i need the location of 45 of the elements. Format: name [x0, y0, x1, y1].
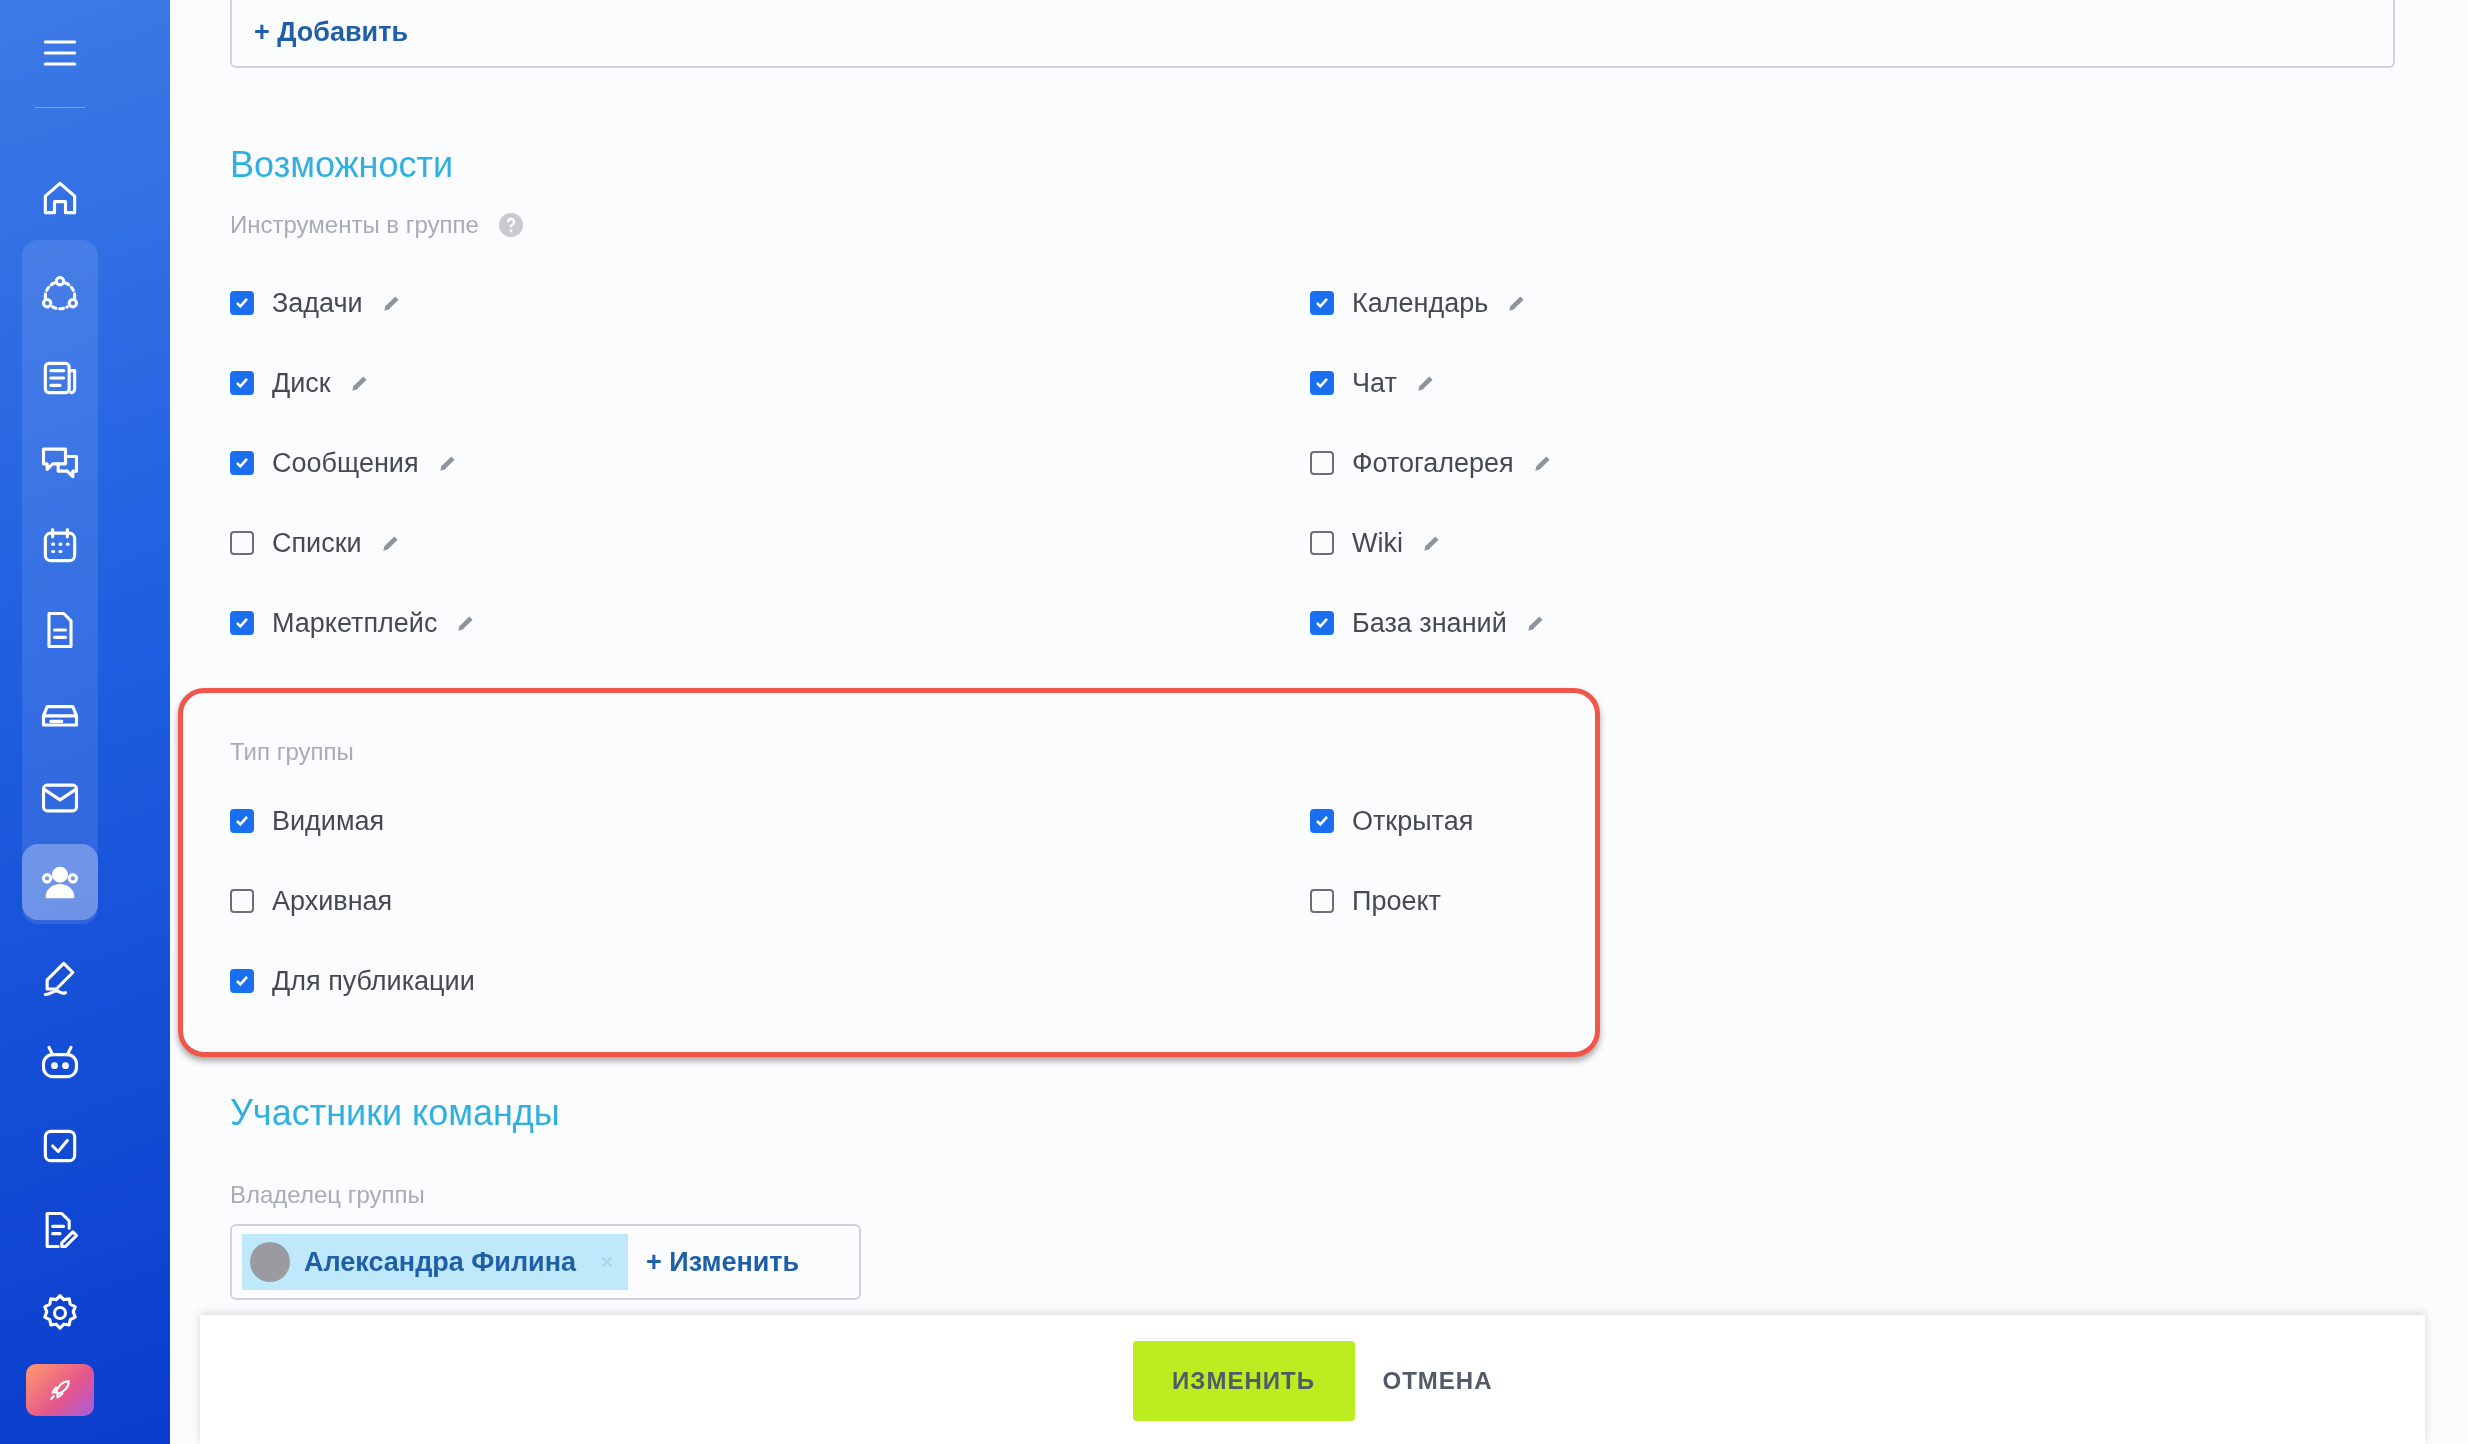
checkbox-label[interactable]: Wiki	[1352, 527, 1403, 559]
field-label: Инструменты в группе	[230, 211, 479, 239]
checkbox[interactable]	[230, 611, 254, 635]
owner-field[interactable]: Александра Филина + Изменить	[230, 1224, 861, 1300]
checkbox[interactable]	[1310, 451, 1334, 475]
field-label: Тип группы	[230, 738, 355, 766]
user-chip[interactable]: Александра Филина	[242, 1234, 628, 1290]
user-name: Александра Филина	[304, 1246, 576, 1278]
checkbox-label[interactable]: Календарь	[1352, 287, 1489, 319]
checkbox[interactable]	[1310, 371, 1334, 395]
avatar	[250, 1242, 290, 1282]
section-title: Возможности	[230, 145, 455, 185]
checkbox[interactable]	[230, 531, 254, 555]
checkbox-label[interactable]: Открытая	[1352, 805, 1474, 837]
checkbox-label[interactable]: Проект	[1352, 885, 1441, 917]
change-link[interactable]: + Изменить	[646, 1246, 800, 1278]
checkbox-label[interactable]: Чат	[1352, 367, 1397, 399]
checkbox[interactable]	[230, 291, 254, 315]
section-title: Участники команды	[230, 1093, 561, 1133]
checkbox[interactable]	[230, 451, 254, 475]
checkbox-label[interactable]: Для публикации	[272, 965, 475, 997]
checkbox[interactable]	[1310, 611, 1334, 635]
active-nav-item[interactable]	[22, 844, 98, 921]
checkbox-label[interactable]: Фотогалерея	[1352, 447, 1514, 479]
checkbox-label[interactable]: База знаний	[1352, 607, 1507, 639]
rocket-button[interactable]	[26, 1363, 94, 1416]
checkbox[interactable]	[230, 809, 254, 833]
cancel-button[interactable]: ОТМЕНА	[1382, 1341, 1493, 1421]
checkbox-label[interactable]: Задачи	[272, 287, 363, 319]
checkbox-label[interactable]: Диск	[272, 367, 331, 399]
checkbox-label[interactable]: Маркетплейс	[272, 607, 438, 639]
checkbox[interactable]	[1310, 809, 1334, 833]
checkbox[interactable]	[230, 889, 254, 913]
checkbox[interactable]	[230, 371, 254, 395]
save-button[interactable]: ИЗМЕНИТЬ	[1132, 1341, 1355, 1421]
checkbox[interactable]	[1310, 889, 1334, 913]
checkbox-label[interactable]: Видимая	[272, 805, 385, 837]
checkbox[interactable]	[1310, 291, 1334, 315]
field-label: Владелец группы	[230, 1181, 426, 1209]
checkbox-label[interactable]: Архивная	[272, 885, 393, 917]
checkbox-label[interactable]: Списки	[272, 527, 362, 559]
checkbox[interactable]	[230, 969, 254, 993]
checkbox[interactable]	[1310, 531, 1334, 555]
checkbox-label[interactable]: Сообщения	[272, 447, 419, 479]
add-link[interactable]: + Добавить	[254, 16, 409, 48]
